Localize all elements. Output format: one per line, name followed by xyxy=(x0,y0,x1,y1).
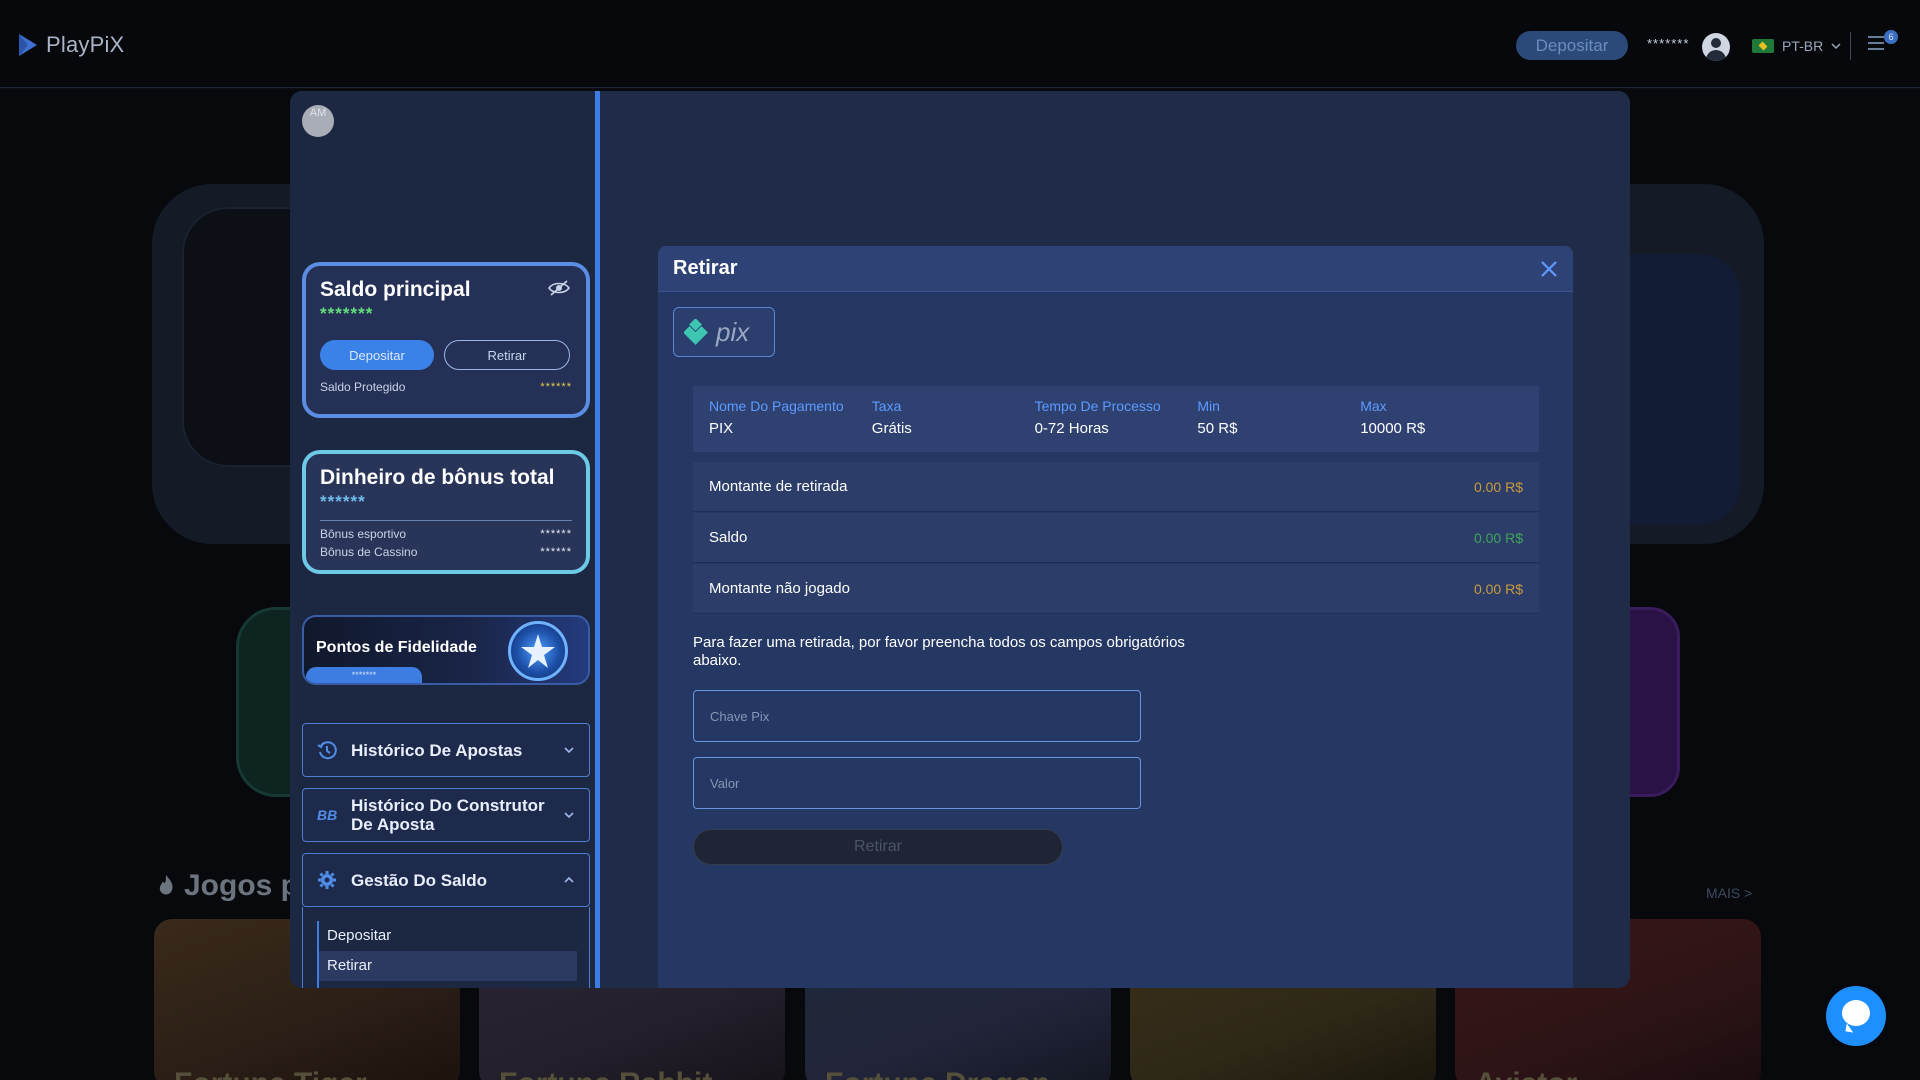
sidebar-deposit-button[interactable]: Depositar xyxy=(320,340,434,370)
avatar[interactable]: AM xyxy=(302,105,334,137)
chat-bubble-icon xyxy=(1842,1000,1870,1026)
notification-badge: 6 xyxy=(1884,30,1898,44)
info-col-min: Min 50 R$ xyxy=(1197,398,1360,440)
loyalty-badge-icon xyxy=(508,621,568,681)
menu-balance-management-label: Gestão Do Saldo xyxy=(351,870,488,890)
menu-bet-history-label: Histórico De Apostas xyxy=(351,740,523,760)
main-balance-card: Saldo principal ******* Depositar Retira… xyxy=(302,262,590,418)
withdraw-panel: Retirar pix Nome Do Pagamento PIX Taxa G… xyxy=(658,246,1573,988)
games-section-title: Jogos p xyxy=(156,869,299,903)
sports-bonus-label: Bônus esportivo xyxy=(320,527,407,541)
eye-off-icon[interactable] xyxy=(548,280,570,296)
chevron-down-icon xyxy=(564,812,574,819)
header-deposit-button[interactable]: Depositar xyxy=(1516,31,1628,60)
divider xyxy=(1850,32,1851,60)
withdraw-amount-row: Montante de retirada 0.00 R$ xyxy=(693,462,1539,512)
balance-management-submenu: Depositar Retirar xyxy=(302,907,590,988)
bet-builder-icon: BB xyxy=(317,807,337,823)
balance-row: Saldo 0.00 R$ xyxy=(693,513,1539,563)
unplayed-amount-row: Montante não jogado 0.00 R$ xyxy=(693,564,1539,614)
row-label: Montante de retirada xyxy=(709,478,848,495)
row-value: 0.00 R$ xyxy=(1473,580,1523,597)
info-value: 0-72 Horas xyxy=(1034,420,1109,437)
loyalty-title: Pontos de Fidelidade xyxy=(316,639,477,656)
history-icon xyxy=(317,741,337,760)
info-col-fee: Taxa Grátis xyxy=(872,398,1035,440)
menu-bet-history[interactable]: Histórico De Apostas xyxy=(302,723,590,777)
info-value: Grátis xyxy=(871,420,912,437)
account-sidebar: AM Saldo principal ******* Depositar Ret… xyxy=(290,91,600,988)
protected-balance-value: ****** xyxy=(540,381,572,393)
info-value: PIX xyxy=(709,420,734,437)
bonus-value: ****** xyxy=(320,492,366,511)
menu-bet-builder-history-label: Histórico Do Construtor De Aposta xyxy=(351,796,545,834)
loyalty-points-value: ******* xyxy=(306,667,422,683)
info-header: Nome Do Pagamento xyxy=(709,398,844,414)
casino-bonus-value: ****** xyxy=(540,546,572,558)
info-header: Max xyxy=(1360,398,1387,414)
submenu-item-deposit[interactable]: Depositar xyxy=(319,921,577,951)
pix-key-input[interactable]: Chave Pix xyxy=(693,690,1141,742)
brand-name: PlayPiX xyxy=(46,32,125,57)
sidebar-withdraw-button[interactable]: Retirar xyxy=(444,340,570,370)
close-icon[interactable] xyxy=(1540,260,1558,278)
withdraw-header: Retirar xyxy=(658,246,1573,292)
row-label: Saldo xyxy=(709,529,748,546)
info-col-time: Tempo De Processo 0-72 Horas xyxy=(1035,398,1198,440)
chevron-down-icon xyxy=(564,747,574,754)
pix-icon xyxy=(684,319,708,345)
info-col-max: Max 10000 R$ xyxy=(1360,398,1523,440)
more-link[interactable]: MAIS > xyxy=(1706,885,1752,901)
info-header: Min xyxy=(1197,398,1220,414)
language-selector[interactable]: PT-BR xyxy=(1752,38,1841,54)
submenu-item-withdraw[interactable]: Retirar xyxy=(319,951,577,981)
row-label: Montante não jogado xyxy=(709,580,850,597)
account-modal: AM Saldo principal ******* Depositar Ret… xyxy=(290,91,1630,988)
sports-bonus-row: Bônus esportivo ****** xyxy=(320,527,572,541)
info-header: Taxa xyxy=(871,398,902,414)
withdraw-title: Retirar xyxy=(673,257,738,279)
main-balance-title: Saldo principal xyxy=(320,278,471,301)
play-icon xyxy=(19,34,37,56)
divider xyxy=(320,520,572,521)
user-account-icon[interactable] xyxy=(1702,33,1730,61)
info-header: Tempo De Processo xyxy=(1034,398,1161,414)
brazil-flag-icon xyxy=(1752,39,1774,53)
menu-bet-builder-history[interactable]: BB Histórico Do Construtor De Aposta xyxy=(302,788,590,842)
pix-logo-text: pix xyxy=(716,316,750,347)
gear-icon xyxy=(318,871,336,889)
row-value: 0.00 R$ xyxy=(1473,478,1523,495)
info-value: 50 R$ xyxy=(1197,420,1238,437)
chevron-down-icon xyxy=(1831,43,1841,50)
loyalty-points-card[interactable]: Pontos de Fidelidade ******* xyxy=(302,615,590,685)
bonus-title: Dinheiro de bônus total xyxy=(320,466,555,489)
main-balance-value: ******* xyxy=(320,304,374,323)
top-bar: PlayPiX Depositar ******* PT-BR 6 xyxy=(0,0,1920,88)
bonus-card: Dinheiro de bônus total ****** Bônus esp… xyxy=(302,450,590,574)
withdraw-submit-button[interactable]: Retirar xyxy=(693,829,1063,865)
sports-bonus-value: ****** xyxy=(540,528,572,540)
fire-icon xyxy=(159,875,173,895)
pix-method-logo[interactable]: pix xyxy=(673,307,775,357)
brand-logo[interactable]: PlayPiX xyxy=(16,32,124,58)
protected-balance-label: Saldo Protegido xyxy=(320,380,406,394)
casino-bonus-row: Bônus de Cassino ****** xyxy=(320,545,572,559)
header-balance[interactable]: ******* xyxy=(1647,36,1689,51)
protected-balance-row: Saldo Protegido ****** xyxy=(320,380,572,394)
svg-text:BB: BB xyxy=(317,807,337,823)
chevron-up-icon xyxy=(564,876,574,883)
chat-support-button[interactable] xyxy=(1826,986,1886,1046)
row-value: 0.00 R$ xyxy=(1473,529,1523,546)
amount-input[interactable]: Valor xyxy=(693,757,1141,809)
menu-balance-management[interactable]: Gestão Do Saldo xyxy=(302,853,590,907)
payment-info-table: Nome Do Pagamento PIX Taxa Grátis Tempo … xyxy=(693,386,1539,452)
info-value: 10000 R$ xyxy=(1360,420,1426,437)
star-icon xyxy=(521,634,555,668)
casino-bonus-label: Bônus de Cassino xyxy=(320,545,418,559)
info-col-name: Nome Do Pagamento PIX xyxy=(709,398,872,440)
language-label: PT-BR xyxy=(1782,38,1824,54)
withdraw-instructions: Para fazer uma retirada, por favor preen… xyxy=(693,634,1185,669)
